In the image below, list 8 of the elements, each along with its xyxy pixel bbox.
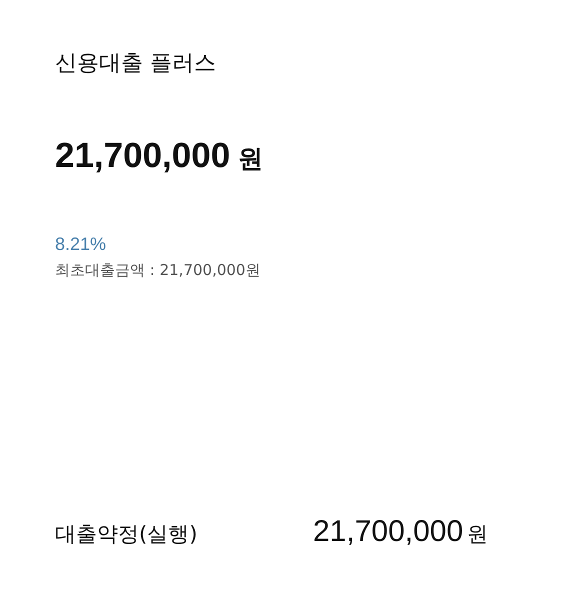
currency-unit: 원 xyxy=(238,143,264,175)
product-title: 신용대출 플러스 xyxy=(55,50,217,78)
currency-unit: 원 xyxy=(467,521,488,548)
initial-loan-amount: 최초대출금액 : 21,700,000원 xyxy=(55,261,262,280)
contract-amount: 21,700,000 xyxy=(313,515,464,549)
contract-label: 대출약정(실행) xyxy=(55,521,198,548)
loan-balance: 21,700,000 xyxy=(55,136,230,176)
interest-rate: 8.21% xyxy=(55,234,108,255)
